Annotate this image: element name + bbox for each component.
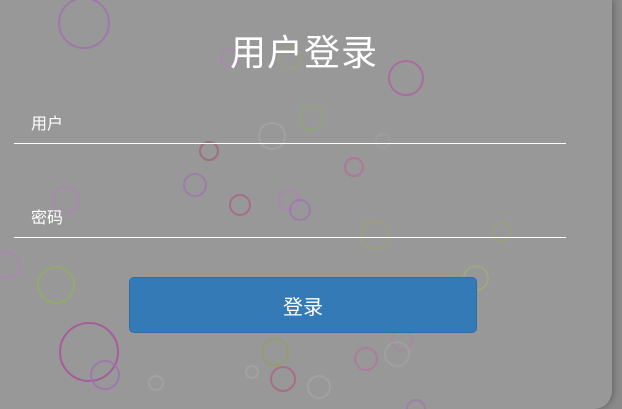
bubble bbox=[261, 338, 289, 366]
bubble bbox=[37, 266, 75, 304]
login-button[interactable]: 登录 bbox=[129, 277, 477, 333]
username-input[interactable] bbox=[14, 103, 566, 143]
bubble bbox=[270, 366, 296, 392]
page-title: 用户登录 bbox=[229, 33, 378, 74]
password-input[interactable] bbox=[14, 197, 566, 237]
bubble bbox=[199, 141, 219, 161]
bubble bbox=[354, 347, 378, 371]
bubble bbox=[344, 157, 364, 177]
bubble bbox=[183, 173, 207, 197]
login-page: 用户登录 登录 bbox=[0, 0, 622, 409]
bubble bbox=[148, 375, 164, 391]
bubble bbox=[59, 322, 119, 382]
username-field bbox=[14, 103, 566, 144]
bubble bbox=[384, 341, 410, 367]
password-field bbox=[14, 197, 566, 238]
bubble bbox=[406, 399, 426, 409]
bubble bbox=[307, 375, 331, 399]
bubble bbox=[391, 329, 413, 351]
bubble bbox=[245, 365, 259, 379]
bubble bbox=[0, 251, 21, 279]
login-panel: 用户登录 登录 bbox=[0, 0, 612, 409]
